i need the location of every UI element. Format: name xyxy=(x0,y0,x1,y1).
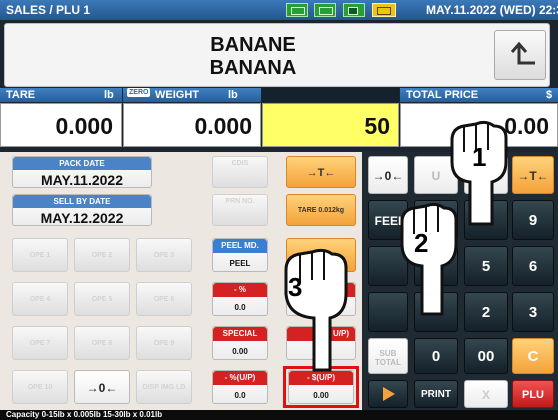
print-key[interactable]: PRINT xyxy=(414,380,458,408)
ope-3-button[interactable]: OPE 3 xyxy=(136,238,192,272)
ope-1-button[interactable]: OPE 1 xyxy=(12,238,68,272)
return-button[interactable] xyxy=(494,30,546,80)
pointing-hand-icon-3: 3 xyxy=(284,248,348,372)
key-5[interactable]: 5 xyxy=(464,246,508,286)
key-00[interactable]: 00 xyxy=(464,338,508,374)
sell-by-date-label: SELL BY DATE xyxy=(13,195,151,208)
weight-label: WEIGHT xyxy=(155,89,199,101)
tare-unit: lb xyxy=(104,89,114,101)
play-icon xyxy=(383,387,395,401)
unit-price-value[interactable]: 50 xyxy=(262,103,399,147)
zero-button[interactable]: →0← xyxy=(368,156,408,194)
percent-unit-price-label: - %(U/P) xyxy=(213,371,267,385)
item-name-panel: BANANE BANANA xyxy=(4,23,550,87)
ope-5-button[interactable]: OPE 5 xyxy=(74,282,130,316)
zero-button-left[interactable]: →0← xyxy=(74,370,130,404)
special-price-label: SPECIAL xyxy=(213,327,267,341)
pack-date-value: MAY.11.2022 xyxy=(41,172,123,188)
tare-header: TARE lb xyxy=(0,88,122,102)
peel-mode-value: PEEL xyxy=(229,259,251,268)
return-arrow-icon xyxy=(510,41,535,65)
ope-9-button[interactable]: OPE 9 xyxy=(136,326,192,360)
percent-discount-button[interactable]: - % 0.0 xyxy=(212,282,268,316)
percent-unit-price-button[interactable]: - %(U/P) 0.0 xyxy=(212,370,268,404)
sell-by-date-value: MAY.12.2022 xyxy=(40,210,124,226)
key-0[interactable]: 0 xyxy=(414,338,458,374)
tare-label: TARE xyxy=(6,89,36,101)
dollar-unit-price-value: 0.00 xyxy=(313,391,329,400)
callout-1-label: 1 xyxy=(472,142,486,172)
date-time: MAY.11.2022 (WED) 22:3 xyxy=(426,3,558,17)
multiply-key[interactable]: X xyxy=(464,380,508,408)
key-3[interactable]: 3 xyxy=(512,292,554,332)
peel-mode-label: PEEL MD. xyxy=(213,239,267,253)
percent-discount-value: 0.0 xyxy=(234,303,246,312)
key-9[interactable]: 9 xyxy=(512,200,554,240)
ope-10-button[interactable]: OPE 10 xyxy=(12,370,68,404)
callout-3-label: 3 xyxy=(288,272,302,302)
weight-unit: lb xyxy=(228,89,238,101)
key-6[interactable]: 6 xyxy=(512,246,554,286)
ope-2-button[interactable]: OPE 2 xyxy=(74,238,130,272)
unit-price-header xyxy=(262,88,399,102)
item-name-line1: BANANE xyxy=(210,34,296,56)
sub-total-key[interactable]: SUB TOTAL xyxy=(368,338,408,374)
plug-icon xyxy=(372,3,396,17)
title-bar: SALES / PLU 1 MAY.11.2022 (WED) 22:3 xyxy=(0,0,558,20)
ope-7-button[interactable]: OPE 7 xyxy=(12,326,68,360)
prn-no-button[interactable]: PRN NO. xyxy=(212,194,268,226)
status-indicator-2 xyxy=(314,3,336,17)
capacity-footer: Capacity 0-15lb x 0.005lb 15-30lb x 0.01… xyxy=(0,410,558,420)
callout-2-label: 2 xyxy=(414,228,428,258)
ope-6-button[interactable]: OPE 6 xyxy=(136,282,192,316)
tare-preset-button[interactable]: TARE 0.012kg xyxy=(286,194,356,226)
pointing-hand-icon-2: 2 xyxy=(400,202,458,316)
ope-4-button[interactable]: OPE 4 xyxy=(12,282,68,316)
play-key[interactable] xyxy=(368,380,408,408)
peel-mode-button[interactable]: PEEL MD. PEEL xyxy=(212,238,268,272)
zero-badge: ZERO xyxy=(127,88,151,97)
percent-discount-label: - % xyxy=(213,283,267,297)
disp-img-ld-button[interactable]: DISP IMG LD xyxy=(136,370,192,404)
key-2[interactable]: 2 xyxy=(464,292,508,332)
ope-8-button[interactable]: OPE 8 xyxy=(74,326,130,360)
tare-button[interactable]: →T← xyxy=(286,156,356,188)
sell-by-date-button[interactable]: SELL BY DATE MAY.12.2022 xyxy=(12,194,152,226)
total-header: TOTAL PRICE $ xyxy=(400,88,558,102)
total-label: TOTAL PRICE xyxy=(406,89,479,101)
plu-key[interactable]: PLU xyxy=(512,380,554,408)
battery-icon xyxy=(343,3,365,17)
tare-key[interactable]: →T← xyxy=(512,156,554,194)
total-unit: $ xyxy=(546,89,553,101)
pack-date-button[interactable]: PACK DATE MAY.11.2022 xyxy=(12,156,152,188)
tare-value: 0.000 xyxy=(0,103,122,147)
special-price-value: 0.00 xyxy=(232,347,248,356)
percent-unit-price-value: 0.0 xyxy=(234,391,246,400)
pack-date-label: PACK DATE xyxy=(13,157,151,170)
status-indicator-1 xyxy=(286,3,308,17)
screen-title: SALES / PLU 1 xyxy=(6,3,91,17)
cdis-button[interactable]: CDIS xyxy=(212,156,268,188)
item-name-line2: BANANA xyxy=(209,57,297,79)
clear-key[interactable]: C xyxy=(512,338,554,374)
weight-header: ZERO WEIGHT lb xyxy=(123,88,261,102)
weight-value: 0.000 xyxy=(123,103,261,147)
special-price-button[interactable]: SPECIAL 0.00 xyxy=(212,326,268,360)
